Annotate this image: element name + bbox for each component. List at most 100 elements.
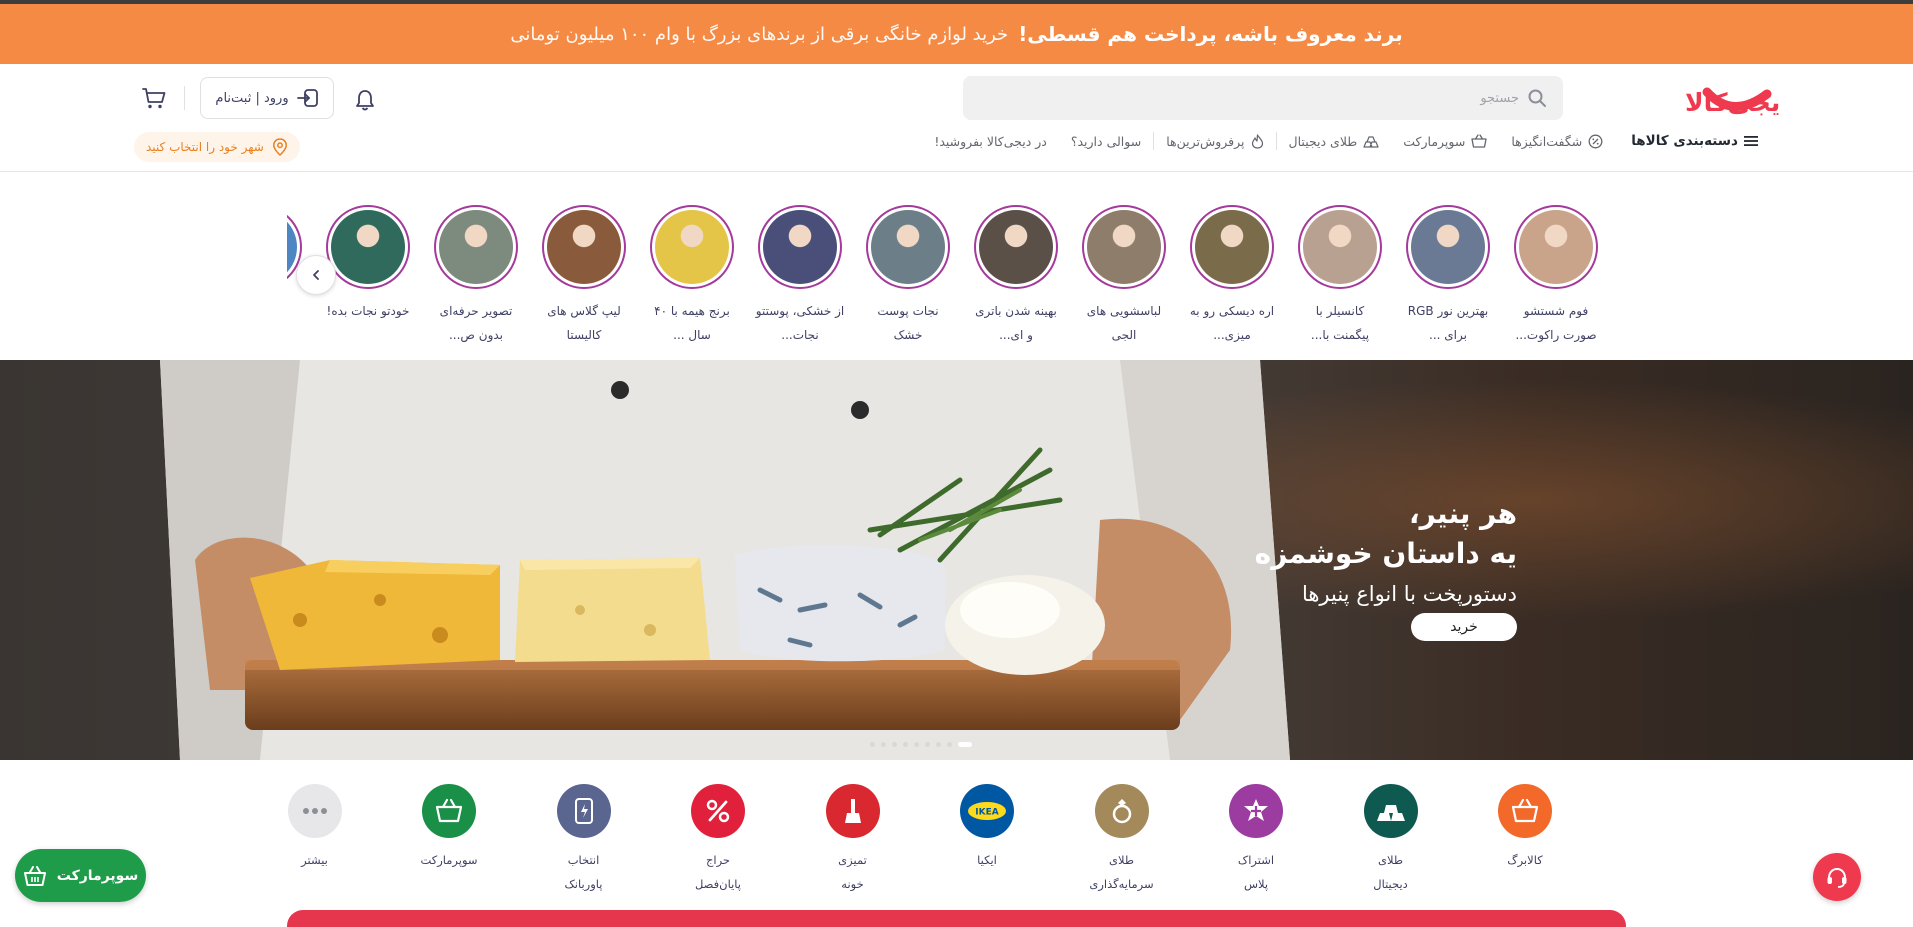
login-icon [296, 89, 318, 107]
cleaning-icon [825, 784, 880, 838]
story-thumbnail [1519, 210, 1593, 284]
nav-categories-label: دسته‌بندی کالاها [1631, 133, 1738, 149]
quick-link-item[interactable]: بیشتر [255, 784, 375, 872]
story-thumbnail [1303, 210, 1377, 284]
story-item[interactable]: لیپ گلاس های کالیستا [534, 205, 634, 345]
nav-item-digital-gold[interactable]: طلای دیجیتال [1277, 134, 1392, 149]
quick-link-label: کالابرگ [1465, 848, 1585, 872]
slider-dot[interactable] [914, 742, 919, 747]
slider-dot[interactable] [881, 742, 886, 747]
nav-item-supermarket[interactable]: سوپرمارکت [1391, 134, 1499, 149]
story-caption-line1: یکی [287, 299, 310, 323]
story-caption-line1: نجات پوست [877, 304, 939, 318]
story-item[interactable]: از خشکی، پوستتو نجات... [750, 205, 850, 345]
slider-dot[interactable] [958, 742, 972, 747]
gold-bars-icon [1363, 784, 1418, 838]
digikala-logo[interactable]: دیجی‌کالا [1579, 82, 1779, 118]
quick-link-label: طلای دیجیتال [1331, 848, 1451, 896]
promo-title: برند معروف باشه، پرداخت هم قسطی! [1018, 22, 1403, 46]
bell-icon[interactable] [352, 87, 378, 113]
login-button[interactable]: ورود | ثبت‌نام [200, 77, 334, 119]
story-caption-line2: نجات... [781, 328, 819, 342]
story-thumbnail [763, 210, 837, 284]
search-bar[interactable] [963, 76, 1563, 120]
story-thumbnail [1087, 210, 1161, 284]
story-caption-line2: ترین [287, 323, 310, 345]
quick-link-item[interactable]: طلای دیجیتال [1331, 784, 1451, 896]
page: برند معروف باشه، پرداخت هم قسطی! خرید لو… [0, 0, 1913, 927]
search-input[interactable] [963, 90, 1527, 106]
support-button[interactable] [1813, 853, 1861, 901]
quick-link-label-line1: بیشتر [301, 853, 328, 867]
slider-dot[interactable] [936, 742, 941, 747]
story-caption: لیپ گلاس های کالیستا [534, 299, 634, 345]
quick-link-item[interactable]: تمیزی خونه [793, 784, 913, 896]
slider-dot[interactable] [903, 742, 908, 747]
story-caption: لباسشویی های الجی [1074, 299, 1174, 345]
fire-icon [1251, 133, 1263, 149]
story-item[interactable]: فوم شستشو صورت راکوت... [1506, 205, 1606, 345]
percent-icon [691, 784, 745, 838]
quick-links: کالابرگ طلای دیجیتال اشتراک پلاس طلای سرمایه‌گ… [287, 784, 1585, 914]
story-item[interactable]: نجات پوست خشک [858, 205, 958, 345]
story-caption-line1: لیپ گلاس های [547, 304, 621, 318]
quick-link-item[interactable]: طلای سرمایه‌گذاری [1062, 784, 1182, 896]
story-item[interactable]: تصویر حرفه‌ای بدون ص... [426, 205, 526, 345]
quick-link-label: سوپرمارکت [389, 848, 509, 872]
hero-banner[interactable]: هر پنیر، یه داستان خوشمزه دستورپخت با ان… [0, 360, 1913, 760]
story-item[interactable]: برنج هیمه با ۴۰ سال ... [642, 205, 742, 345]
story-ring [1514, 205, 1598, 289]
header: دیجی‌کالا ورود | ثبت‌نام [0, 64, 1913, 172]
story-caption: بهینه شدن باتری و ای... [966, 299, 1066, 345]
nav-item-best-sellers[interactable]: پرفروش‌ترین‌ها [1154, 134, 1275, 149]
nav-separator [1275, 132, 1277, 150]
quick-link-item[interactable]: IKEA ایکیا [927, 784, 1047, 872]
nav-categories[interactable]: دسته‌بندی کالاها [1615, 133, 1770, 149]
quick-link-label: انتخاب پاوربانک [524, 848, 644, 896]
next-section-banner[interactable] [287, 910, 1626, 927]
quick-link-label-line2: پایان‌فصل [694, 877, 742, 891]
story-caption: بهترین نور RGB برای ... [1398, 299, 1498, 345]
quick-link-label: بیشتر [255, 848, 375, 872]
nav-item-label: در دیجی‌کالا بفروشید! [934, 133, 1047, 149]
story-thumbnail [1195, 210, 1269, 284]
story-item[interactable]: بهینه شدن باتری و ای... [966, 205, 1066, 345]
story-item[interactable]: لباسشویی های الجی [1074, 205, 1174, 345]
nav-item-sell[interactable]: در دیجی‌کالا بفروشید! [922, 134, 1059, 149]
quick-link-item[interactable]: حراج پایان‌فصل [658, 784, 778, 896]
quick-link-item[interactable]: کالابرگ [1465, 784, 1585, 872]
slider-dot[interactable] [925, 742, 930, 747]
menu-icon [1744, 136, 1758, 146]
story-caption-line2: سال ... [673, 328, 711, 342]
story-caption: کانسیلر با پیگمنت با... [1290, 299, 1390, 345]
nav-item-faq[interactable]: سوالی دارید؟ [1059, 134, 1153, 149]
quick-link-label-line2: پلاس [1243, 877, 1269, 891]
story-item[interactable]: کانسیلر با پیگمنت با... [1290, 205, 1390, 345]
slider-dot[interactable] [947, 742, 952, 747]
story-item[interactable]: بهترین نور RGB برای ... [1398, 205, 1498, 345]
story-caption-line2: الجی [1111, 328, 1137, 342]
quick-link-item[interactable]: سوپرمارکت [389, 784, 509, 872]
supermarket-float-button[interactable]: سوپرمارکت [15, 849, 146, 902]
story-caption-line1: بهترین نور RGB [1407, 304, 1489, 318]
promo-banner[interactable]: برند معروف باشه، پرداخت هم قسطی! خرید لو… [0, 4, 1913, 64]
stories-next-button[interactable] [296, 255, 336, 295]
story-item[interactable]: اره دیسکی رو به میزی... [1182, 205, 1282, 345]
quick-link-item[interactable]: انتخاب پاوربانک [524, 784, 644, 896]
login-label: ورود | ثبت‌نام [215, 90, 289, 106]
quick-link-label-line1: تمیزی [838, 853, 867, 867]
nav-item-amazing-offers[interactable]: شگفت‌انگیزها [1499, 134, 1615, 149]
hero-title-line1: هر پنیر، [1408, 497, 1517, 530]
quick-link-label-line1: انتخاب [567, 853, 600, 867]
story-thumbnail [871, 210, 945, 284]
city-selector[interactable]: شهر خود را انتخاب کنید [134, 132, 300, 162]
slider-dot[interactable] [892, 742, 897, 747]
hero-buy-button[interactable]: خرید [1411, 613, 1517, 641]
story-caption: از خشکی، پوستتو نجات... [750, 299, 850, 345]
slider-dot[interactable] [870, 742, 875, 747]
cart-icon[interactable] [140, 84, 168, 112]
quick-link-item[interactable]: اشتراک پلاس [1196, 784, 1316, 896]
story-thumbnail [547, 210, 621, 284]
quick-link-label-line2: سرمایه‌گذاری [1089, 877, 1154, 891]
hero-title-line2: یه داستان خوشمزه [1254, 537, 1517, 570]
